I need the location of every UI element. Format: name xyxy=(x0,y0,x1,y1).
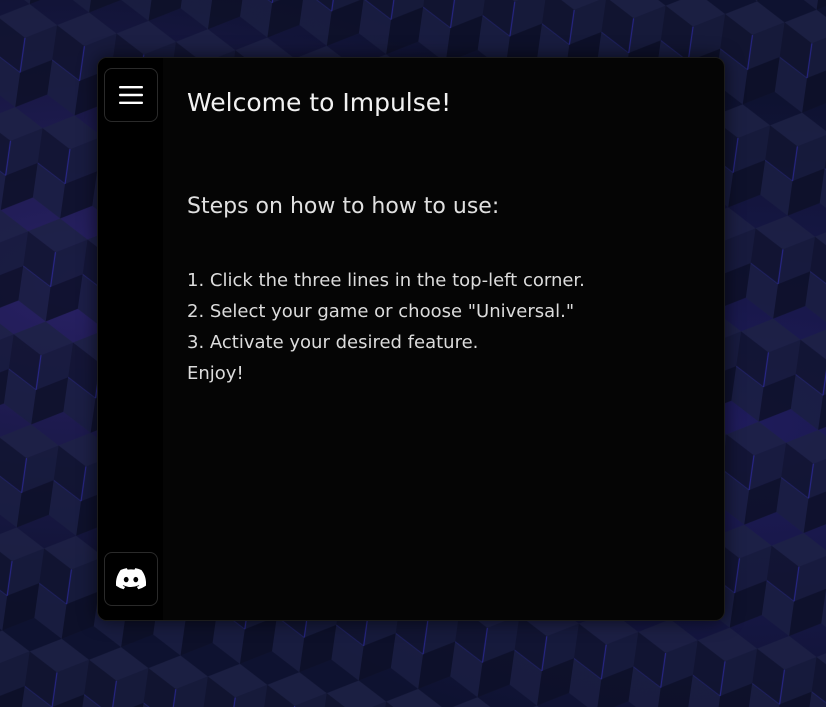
hamburger-menu-icon xyxy=(119,86,143,104)
step-item: 1. Click the three lines in the top-left… xyxy=(187,270,585,291)
step-item: 3. Activate your desired feature. xyxy=(187,332,479,353)
discord-icon xyxy=(116,568,146,590)
menu-button[interactable] xyxy=(104,68,158,122)
steps-list: 1. Click the three lines in the top-left… xyxy=(187,265,585,389)
discord-button[interactable] xyxy=(104,552,158,606)
instructions-heading: Steps on how to how to use: xyxy=(187,194,500,219)
step-item: 2. Select your game or choose "Universal… xyxy=(187,301,575,322)
sidebar xyxy=(98,58,163,620)
app-window: Welcome to Impulse! Steps on how to how … xyxy=(97,57,725,621)
step-item: Enjoy! xyxy=(187,363,244,384)
page-title: Welcome to Impulse! xyxy=(187,88,452,117)
